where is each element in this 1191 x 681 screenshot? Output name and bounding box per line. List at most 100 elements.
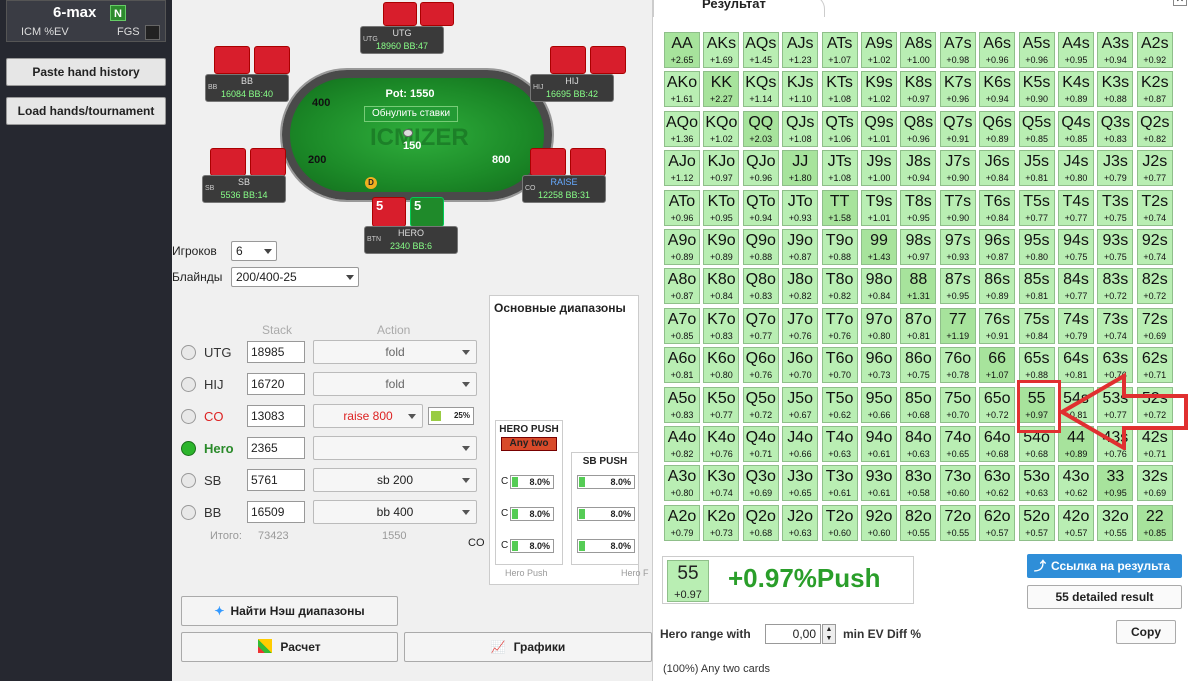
hand-cell[interactable]: 22 +0.85: [1136, 504, 1173, 541]
hand-cell[interactable]: 82o +0.55: [900, 504, 937, 541]
radio-co[interactable]: [181, 409, 196, 424]
hand-cell[interactable]: KK +2.27: [703, 71, 740, 108]
action-select-utg[interactable]: fold: [313, 340, 477, 364]
seat-utg[interactable]: UTG UTG 18960 BB:47: [360, 26, 444, 54]
hand-cell[interactable]: A3o +0.80: [664, 465, 700, 502]
radio-sb[interactable]: [181, 473, 196, 488]
hand-cell[interactable]: K2o +0.73: [703, 504, 740, 541]
action-select-bb[interactable]: bb 400: [313, 500, 477, 524]
hand-cell[interactable]: 65s +0.88: [1018, 347, 1055, 384]
seat-hero[interactable]: BTN HERO 2340 BB:6: [364, 226, 458, 254]
radio-hero[interactable]: [181, 441, 196, 456]
hand-cell[interactable]: 65o +0.72: [979, 386, 1016, 423]
hand-cell[interactable]: 93s +0.75: [1097, 229, 1134, 265]
hand-cell[interactable]: 72s +0.69: [1136, 307, 1173, 344]
hand-cell[interactable]: T5o +0.62: [821, 386, 858, 423]
find-nash-button[interactable]: ✦ Найти Нэш диапазоны: [181, 596, 398, 626]
hand-cell[interactable]: T7s +0.90: [939, 189, 976, 226]
hand-cell[interactable]: 97s +0.93: [939, 229, 976, 265]
hand-cell[interactable]: J5o +0.67: [782, 386, 819, 423]
hand-cell[interactable]: K4s +0.89: [1058, 71, 1094, 108]
hand-cell[interactable]: QQ +2.03: [742, 110, 779, 147]
hand-cell[interactable]: T9s +1.01: [861, 189, 897, 226]
hand-cell[interactable]: Q6s +0.89: [979, 110, 1016, 147]
hand-cell[interactable]: T6s +0.84: [979, 189, 1016, 226]
hand-cell[interactable]: 74s +0.79: [1058, 307, 1094, 344]
hand-cell[interactable]: K6s +0.94: [979, 71, 1016, 108]
hand-cell[interactable]: T2s +0.74: [1136, 189, 1173, 226]
hand-cell[interactable]: 96o +0.73: [861, 347, 897, 384]
hand-cell[interactable]: A6o +0.81: [664, 347, 700, 384]
hand-cell[interactable]: 52o +0.57: [1018, 504, 1055, 541]
hand-cell[interactable]: K5o +0.77: [703, 386, 740, 423]
hand-cell[interactable]: K8o +0.84: [703, 268, 740, 305]
hand-cell[interactable]: 32s +0.69: [1136, 465, 1173, 502]
seat-co[interactable]: CO RAISE 12258 BB:31: [522, 175, 606, 203]
hand-cell[interactable]: Q8s +0.96: [900, 110, 937, 147]
hand-cell[interactable]: 95s +0.80: [1018, 229, 1055, 265]
hand-cell[interactable]: 32o +0.55: [1097, 504, 1134, 541]
hand-cell[interactable]: T5s +0.77: [1018, 189, 1055, 226]
hand-cell[interactable]: J8s +0.94: [900, 150, 937, 187]
hand-cell[interactable]: J4s +0.80: [1058, 150, 1094, 187]
action-select-co[interactable]: raise 800: [313, 404, 423, 428]
hand-cell[interactable]: Q4s +0.85: [1058, 110, 1094, 147]
copy-button[interactable]: Copy: [1116, 620, 1176, 644]
hand-cell[interactable]: 53o +0.63: [1018, 465, 1055, 502]
hand-cell[interactable]: J3o +0.65: [782, 465, 819, 502]
hand-cell[interactable]: Q4o +0.71: [742, 426, 779, 462]
hand-cell[interactable]: 82s +0.72: [1136, 268, 1173, 305]
hand-cell[interactable]: Q7s +0.91: [939, 110, 976, 147]
game-selector[interactable]: 6-max N ICM %EV FGS: [6, 0, 166, 42]
hand-cell[interactable]: K2s +0.87: [1136, 71, 1173, 108]
hand-cell[interactable]: 74o +0.65: [939, 426, 976, 462]
hand-cell[interactable]: A6s +0.96: [979, 32, 1016, 68]
hand-cell[interactable]: JJ +1.80: [782, 150, 819, 187]
hand-cell[interactable]: Q5s +0.85: [1018, 110, 1055, 147]
hand-cell[interactable]: KTs +1.08: [821, 71, 858, 108]
hand-cell[interactable]: A7o +0.85: [664, 307, 700, 344]
hand-cell[interactable]: A2s +0.92: [1136, 32, 1173, 68]
hand-cell[interactable]: 86o +0.75: [900, 347, 937, 384]
blinds-select[interactable]: 200/400-25: [231, 267, 359, 287]
co-range-pct[interactable]: 25%: [428, 407, 474, 425]
load-hands-button[interactable]: Load hands/tournament: [6, 97, 166, 125]
hand-cell[interactable]: 94o +0.61: [861, 426, 897, 462]
hand-cell[interactable]: 77 +1.19: [939, 307, 976, 344]
hand-cell[interactable]: 94s +0.75: [1058, 229, 1094, 265]
hand-cell[interactable]: 88 +1.31: [900, 268, 937, 305]
hand-cell[interactable]: KQo +1.02: [703, 110, 740, 147]
hand-cell[interactable]: 84o +0.63: [900, 426, 937, 462]
hand-cell[interactable]: K9o +0.89: [703, 229, 740, 265]
pct-field[interactable]: 8.0%: [577, 507, 635, 521]
seat-sb[interactable]: SB SB 5536 BB:14: [202, 175, 286, 203]
stack-input-sb[interactable]: 5761: [247, 469, 305, 491]
hand-cell[interactable]: K3o +0.74: [703, 465, 740, 502]
detailed-result-button[interactable]: 55 detailed result: [1027, 585, 1182, 609]
hand-cell[interactable]: 98s +0.97: [900, 229, 937, 265]
hand-cell[interactable]: 96s +0.87: [979, 229, 1016, 265]
hand-cell[interactable]: KQs +1.14: [742, 71, 779, 108]
hand-cell[interactable]: J3s +0.79: [1097, 150, 1134, 187]
seat-bb[interactable]: BB BB 16084 BB:40: [205, 74, 289, 102]
pct-field[interactable]: 8.0%: [510, 475, 554, 489]
hand-cell[interactable]: A9s +1.02: [861, 32, 897, 68]
close-icon[interactable]: ✕: [1173, 0, 1187, 6]
hand-cell[interactable]: 85s +0.81: [1018, 268, 1055, 305]
hand-cell[interactable]: J2s +0.77: [1136, 150, 1173, 187]
hand-cell[interactable]: 62o +0.57: [979, 504, 1016, 541]
hand-cell[interactable]: QJo +0.96: [742, 150, 779, 187]
hand-cell[interactable]: AA +2.65: [664, 32, 700, 68]
stack-input-hero[interactable]: 2365: [247, 437, 305, 459]
hand-cell[interactable]: 92o +0.60: [861, 504, 897, 541]
hand-cell[interactable]: AJo +1.12: [664, 150, 700, 187]
hand-cell[interactable]: Q3o +0.69: [742, 465, 779, 502]
hand-cell[interactable]: A3s +0.94: [1097, 32, 1134, 68]
graphs-button[interactable]: 📈 Графики: [404, 632, 652, 662]
reset-bets-button[interactable]: Обнулить ставки: [364, 106, 458, 122]
stepper[interactable]: ▲ ▼: [822, 624, 836, 644]
hand-cell[interactable]: 72o +0.55: [939, 504, 976, 541]
hand-cell[interactable]: K5s +0.90: [1018, 71, 1055, 108]
hand-cell[interactable]: A4s +0.95: [1058, 32, 1094, 68]
hand-cell[interactable]: Q5o +0.72: [742, 386, 779, 423]
